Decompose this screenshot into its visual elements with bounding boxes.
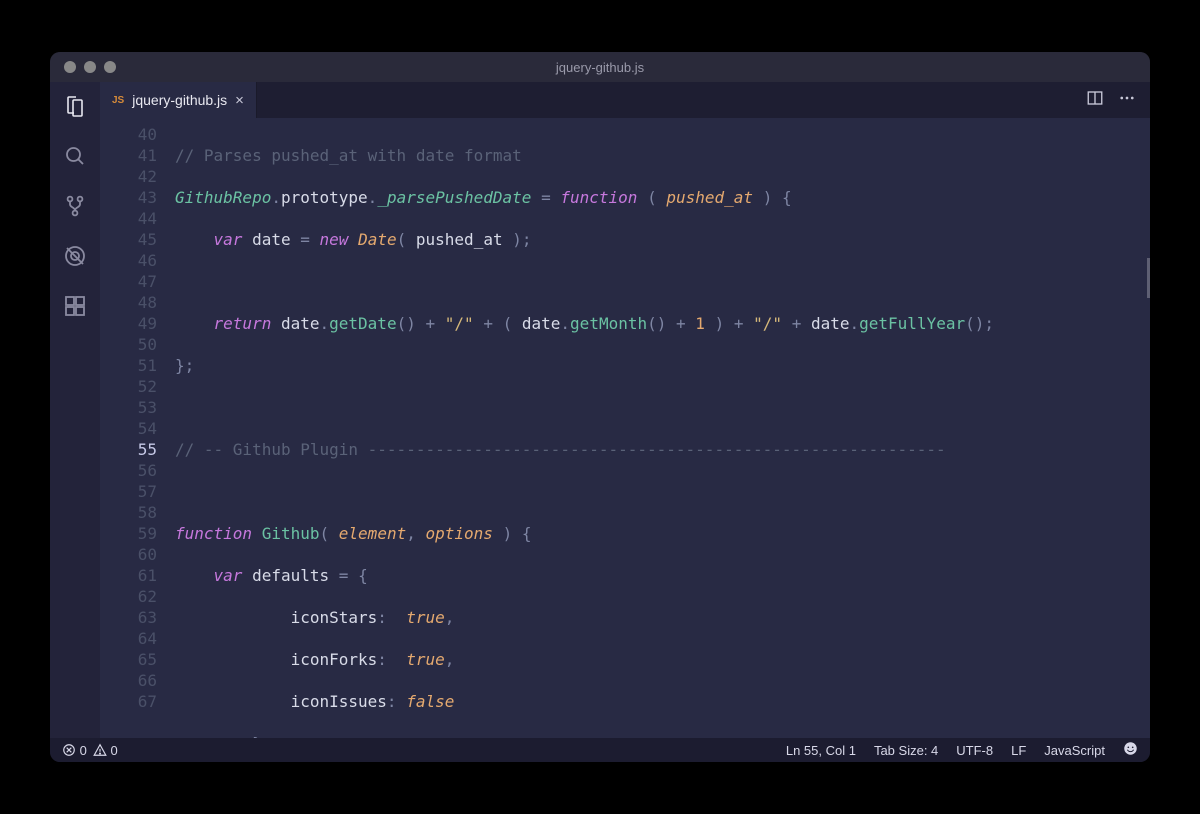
tab-actions: [1086, 82, 1150, 118]
line-number: 59: [100, 523, 157, 544]
status-bar: 0 0 Ln 55, Col 1 Tab Size: 4 UTF-8 LF Ja…: [50, 738, 1150, 762]
scroll-indicator[interactable]: [1147, 258, 1150, 298]
file-tab[interactable]: JS jquery-github.js ×: [100, 82, 257, 118]
line-number: 62: [100, 586, 157, 607]
feedback-icon[interactable]: [1123, 741, 1138, 759]
line-number: 51: [100, 355, 157, 376]
minimize-window-button[interactable]: [84, 61, 96, 73]
line-number: 66: [100, 670, 157, 691]
line-number: 46: [100, 250, 157, 271]
window-title: jquery-github.js: [556, 60, 644, 75]
tab-bar: JS jquery-github.js ×: [100, 82, 1150, 118]
code-editor[interactable]: 4041424344454647484950515253545556575859…: [100, 118, 1150, 738]
line-number: 53: [100, 397, 157, 418]
line-number: 49: [100, 313, 157, 334]
line-number: 43: [100, 187, 157, 208]
line-number: 57: [100, 481, 157, 502]
language-mode[interactable]: JavaScript: [1044, 743, 1105, 758]
close-window-button[interactable]: [64, 61, 76, 73]
line-number: 58: [100, 502, 157, 523]
code-comment: // -- Github Plugin --------------------…: [175, 440, 946, 459]
search-icon[interactable]: [61, 142, 89, 170]
line-number: 64: [100, 628, 157, 649]
editor-main: JS jquery-github.js × 404142434445464748…: [100, 82, 1150, 738]
line-number: 55: [100, 439, 157, 460]
extensions-icon[interactable]: [61, 292, 89, 320]
code-comment: // Parses pushed_at with date format: [175, 146, 522, 165]
source-control-icon[interactable]: [61, 192, 89, 220]
line-number: 61: [100, 565, 157, 586]
warnings-status[interactable]: 0: [93, 743, 118, 758]
window-controls: [50, 61, 116, 73]
cursor-position[interactable]: Ln 55, Col 1: [786, 743, 856, 758]
line-number: 60: [100, 544, 157, 565]
debug-icon[interactable]: [61, 242, 89, 270]
errors-status[interactable]: 0: [62, 743, 87, 758]
line-number: 63: [100, 607, 157, 628]
line-number: 47: [100, 271, 157, 292]
file-tab-label: jquery-github.js: [132, 92, 227, 108]
titlebar: jquery-github.js: [50, 52, 1150, 82]
file-lang-tag: JS: [112, 95, 124, 106]
code-area[interactable]: // Parses pushed_at with date format Git…: [175, 118, 1150, 738]
close-tab-icon[interactable]: ×: [235, 92, 244, 109]
line-number: 54: [100, 418, 157, 439]
encoding[interactable]: UTF-8: [956, 743, 993, 758]
maximize-window-button[interactable]: [104, 61, 116, 73]
line-number: 42: [100, 166, 157, 187]
line-number: 67: [100, 691, 157, 712]
tab-size[interactable]: Tab Size: 4: [874, 743, 938, 758]
activity-bar: [50, 82, 100, 738]
line-number: 52: [100, 376, 157, 397]
line-number: 44: [100, 208, 157, 229]
more-actions-icon[interactable]: [1118, 89, 1136, 112]
line-number: 56: [100, 460, 157, 481]
line-number: 50: [100, 334, 157, 355]
editor-window: jquery-github.js JS jquery: [50, 52, 1150, 762]
line-number: 45: [100, 229, 157, 250]
explorer-icon[interactable]: [61, 92, 89, 120]
line-number: 40: [100, 124, 157, 145]
eol[interactable]: LF: [1011, 743, 1026, 758]
line-gutter: 4041424344454647484950515253545556575859…: [100, 118, 175, 738]
split-editor-icon[interactable]: [1086, 89, 1104, 112]
editor-body: JS jquery-github.js × 404142434445464748…: [50, 82, 1150, 738]
line-number: 48: [100, 292, 157, 313]
line-number: 65: [100, 649, 157, 670]
line-number: 41: [100, 145, 157, 166]
